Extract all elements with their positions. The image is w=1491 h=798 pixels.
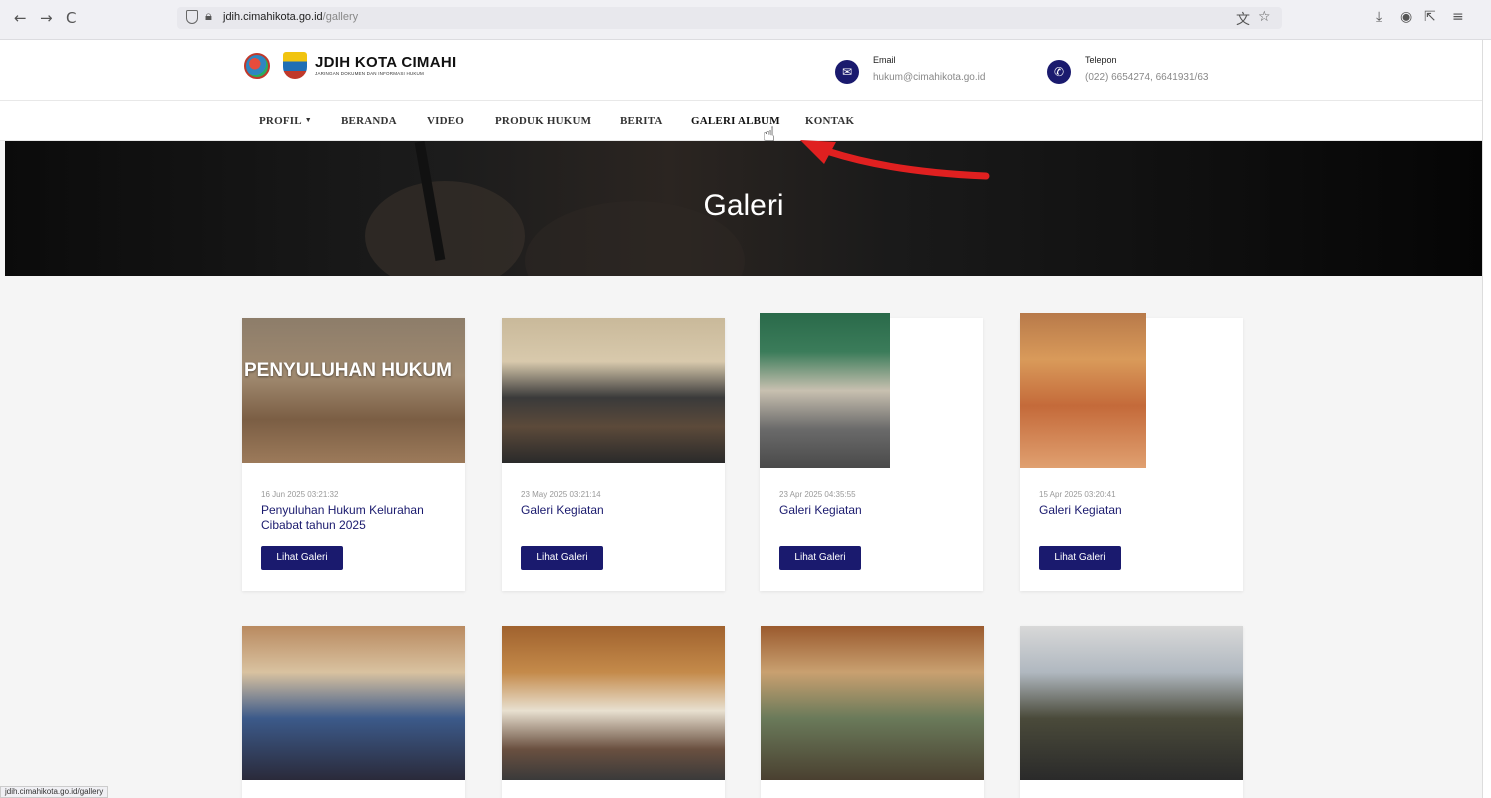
- card-date: 15 Apr 2025 03:20:41: [1039, 490, 1116, 499]
- gallery-thumbnail[interactable]: [502, 318, 725, 463]
- download-icon[interactable]: ⤓: [1376, 9, 1382, 25]
- gallery-thumbnail[interactable]: [761, 626, 984, 780]
- gallery-card: PENYULUHAN HUKUM 16 Jun 2025 03:21:32 Pe…: [242, 318, 465, 591]
- back-icon[interactable]: ←: [14, 9, 27, 27]
- gallery-thumbnail[interactable]: [760, 313, 890, 468]
- card-title[interactable]: Penyuluhan Hukum Kelurahan Cibabat tahun…: [261, 503, 451, 533]
- email-icon: ✉: [835, 60, 859, 84]
- site-header: JDIH KOTA CIMAHI JARINGAN DOKUMEN DAN IN…: [0, 40, 1482, 100]
- city-emblem-icon[interactable]: [283, 52, 307, 79]
- gallery-thumbnail[interactable]: PENYULUHAN HUKUM: [242, 318, 465, 463]
- nav-item-beranda[interactable]: BERANDA: [341, 115, 397, 127]
- gallery-card: [1020, 626, 1243, 798]
- annotation-arrow-icon: [800, 140, 990, 180]
- shield-icon[interactable]: [186, 10, 198, 24]
- gallery-card: 23 May 2025 03:21:14 Galeri Kegiatan Lih…: [502, 318, 725, 591]
- url-text[interactable]: jdih.cimahikota.go.id/gallery: [223, 11, 358, 23]
- scrollbar[interactable]: [1482, 40, 1491, 798]
- lihat-galeri-button[interactable]: Lihat Galeri: [779, 546, 861, 570]
- card-title[interactable]: Galeri Kegiatan: [521, 503, 711, 518]
- email-value[interactable]: hukum@cimahikota.go.id: [873, 72, 985, 83]
- card-title[interactable]: Galeri Kegiatan: [779, 503, 969, 518]
- gallery-card: [242, 626, 465, 798]
- phone-label: Telepon: [1085, 55, 1117, 65]
- gallery-thumbnail[interactable]: [1020, 313, 1146, 468]
- gallery-thumbnail[interactable]: [242, 626, 465, 780]
- address-bar[interactable]: 🔒︎ jdih.cimahikota.go.id/gallery: [177, 7, 1282, 29]
- card-title[interactable]: Galeri Kegiatan: [1039, 503, 1229, 518]
- gallery-thumbnail[interactable]: [502, 626, 725, 780]
- lihat-galeri-button[interactable]: Lihat Galeri: [521, 546, 603, 570]
- main-nav: PROFIL ▼ BERANDA VIDEO PRODUK HUKUM BERIT…: [0, 100, 1482, 141]
- site-title[interactable]: JDIH KOTA CIMAHI: [315, 54, 456, 71]
- phone-icon: ✆: [1047, 60, 1071, 84]
- email-label: Email: [873, 55, 896, 65]
- page-title: Galeri: [703, 189, 784, 222]
- card-date: 23 May 2025 03:21:14: [521, 490, 601, 499]
- extensions-icon[interactable]: ⇱: [1424, 9, 1436, 25]
- translate-icon[interactable]: 文: [1236, 9, 1250, 29]
- phone-value[interactable]: (022) 6654274, 6641931/63: [1085, 72, 1208, 83]
- account-icon[interactable]: ◉: [1400, 9, 1412, 25]
- gallery-card: [502, 626, 725, 798]
- caret-down-icon: ▼: [304, 116, 312, 124]
- browser-toolbar: ← → C 🔒︎ jdih.cimahikota.go.id/gallery 文…: [0, 0, 1491, 40]
- gallery-card: 15 Apr 2025 03:20:41 Galeri Kegiatan Lih…: [1020, 313, 1243, 591]
- nav-item-profil[interactable]: PROFIL ▼: [259, 115, 312, 127]
- gallery-thumbnail[interactable]: [1020, 626, 1243, 780]
- globe-logo-icon[interactable]: [244, 53, 270, 79]
- lihat-galeri-button[interactable]: Lihat Galeri: [1039, 546, 1121, 570]
- hero-banner: Galeri: [5, 141, 1482, 276]
- card-date: 23 Apr 2025 04:35:55: [779, 490, 856, 499]
- gallery-card: 23 Apr 2025 04:35:55 Galeri Kegiatan Lih…: [760, 313, 983, 591]
- status-bar-url: jdih.cimahikota.go.id/gallery: [0, 786, 109, 798]
- lihat-galeri-button[interactable]: Lihat Galeri: [261, 546, 343, 570]
- card-date: 16 Jun 2025 03:21:32: [261, 490, 339, 499]
- star-icon[interactable]: ☆: [1258, 9, 1271, 25]
- gallery-card: [761, 626, 984, 798]
- nav-item-kontak[interactable]: KONTAK: [805, 115, 854, 127]
- lock-icon[interactable]: 🔒︎: [205, 9, 212, 24]
- menu-icon[interactable]: ≡: [1452, 9, 1464, 25]
- nav-item-video[interactable]: VIDEO: [427, 115, 464, 127]
- nav-item-produk-hukum[interactable]: PRODUK HUKUM: [495, 115, 591, 127]
- reload-icon[interactable]: C: [66, 9, 76, 27]
- site-subtitle: JARINGAN DOKUMEN DAN INFORMASI HUKUM: [315, 71, 424, 76]
- forward-icon[interactable]: →: [40, 9, 53, 27]
- thumbnail-overlay-text: PENYULUHAN HUKUM: [244, 360, 452, 381]
- nav-item-berita[interactable]: BERITA: [620, 115, 663, 127]
